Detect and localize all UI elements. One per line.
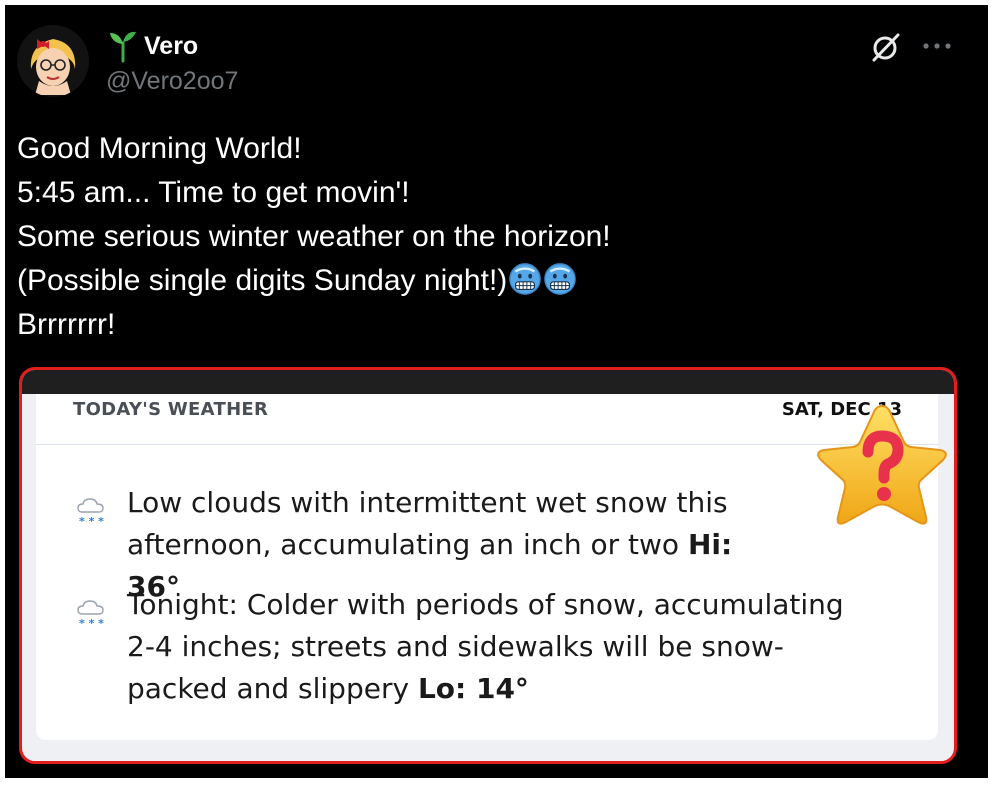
forecast-description: Low clouds with intermittent wet snow th… bbox=[127, 486, 728, 561]
svg-text:* * *: * * * bbox=[79, 515, 104, 528]
seedling-icon bbox=[110, 31, 136, 63]
tweet-container: Vero @Vero2oo7 Good Morning World! 5:45 … bbox=[5, 5, 988, 778]
avatar[interactable] bbox=[17, 25, 89, 97]
author-handle[interactable]: @Vero2oo7 bbox=[106, 67, 238, 96]
more-options-icon[interactable] bbox=[922, 41, 952, 51]
tweet-line-with-emoji: (Possible single digits Sunday night!) bbox=[17, 259, 611, 303]
cold-face-emoji-icon bbox=[544, 263, 577, 295]
media-top-bar bbox=[22, 370, 954, 394]
weather-card: TODAY'S WEATHER SAT, DEC 13 * * * Low cl… bbox=[36, 394, 938, 740]
tweet-line: Brrrrrrr! bbox=[17, 308, 116, 341]
author-name: Vero bbox=[144, 31, 199, 60]
tweet-text: Good Morning World! 5:45 am... Time to g… bbox=[17, 127, 611, 347]
tweet-line: Some serious winter weather on the horiz… bbox=[17, 220, 611, 253]
star-question-icon bbox=[817, 404, 947, 525]
avatar-image bbox=[17, 25, 89, 97]
forecast-text: Tonight: Colder with periods of snow, ac… bbox=[127, 584, 863, 710]
weather-card-title: TODAY'S WEATHER bbox=[73, 399, 269, 420]
svg-text:* * *: * * * bbox=[79, 617, 104, 630]
tweet-line: 5:45 am... Time to get movin'! bbox=[17, 176, 410, 209]
tweet-media-image[interactable]: TODAY'S WEATHER SAT, DEC 13 * * * Low cl… bbox=[19, 367, 957, 764]
tweet-line: Good Morning World! bbox=[17, 132, 302, 165]
snow-cloud-icon: * * * bbox=[77, 600, 104, 630]
weather-card-header: TODAY'S WEATHER SAT, DEC 13 bbox=[36, 394, 938, 445]
grok-icon[interactable] bbox=[870, 31, 902, 63]
forecast-row: * * * Tonight: Colder with periods of sn… bbox=[73, 584, 863, 710]
tweet-line: (Possible single digits Sunday night!) bbox=[17, 264, 508, 297]
forecast-temp: Lo: 14° bbox=[417, 672, 529, 705]
author-name-row[interactable]: Vero bbox=[106, 29, 198, 63]
snow-cloud-icon: * * * bbox=[77, 498, 104, 528]
cold-face-emoji-icon bbox=[509, 263, 542, 295]
